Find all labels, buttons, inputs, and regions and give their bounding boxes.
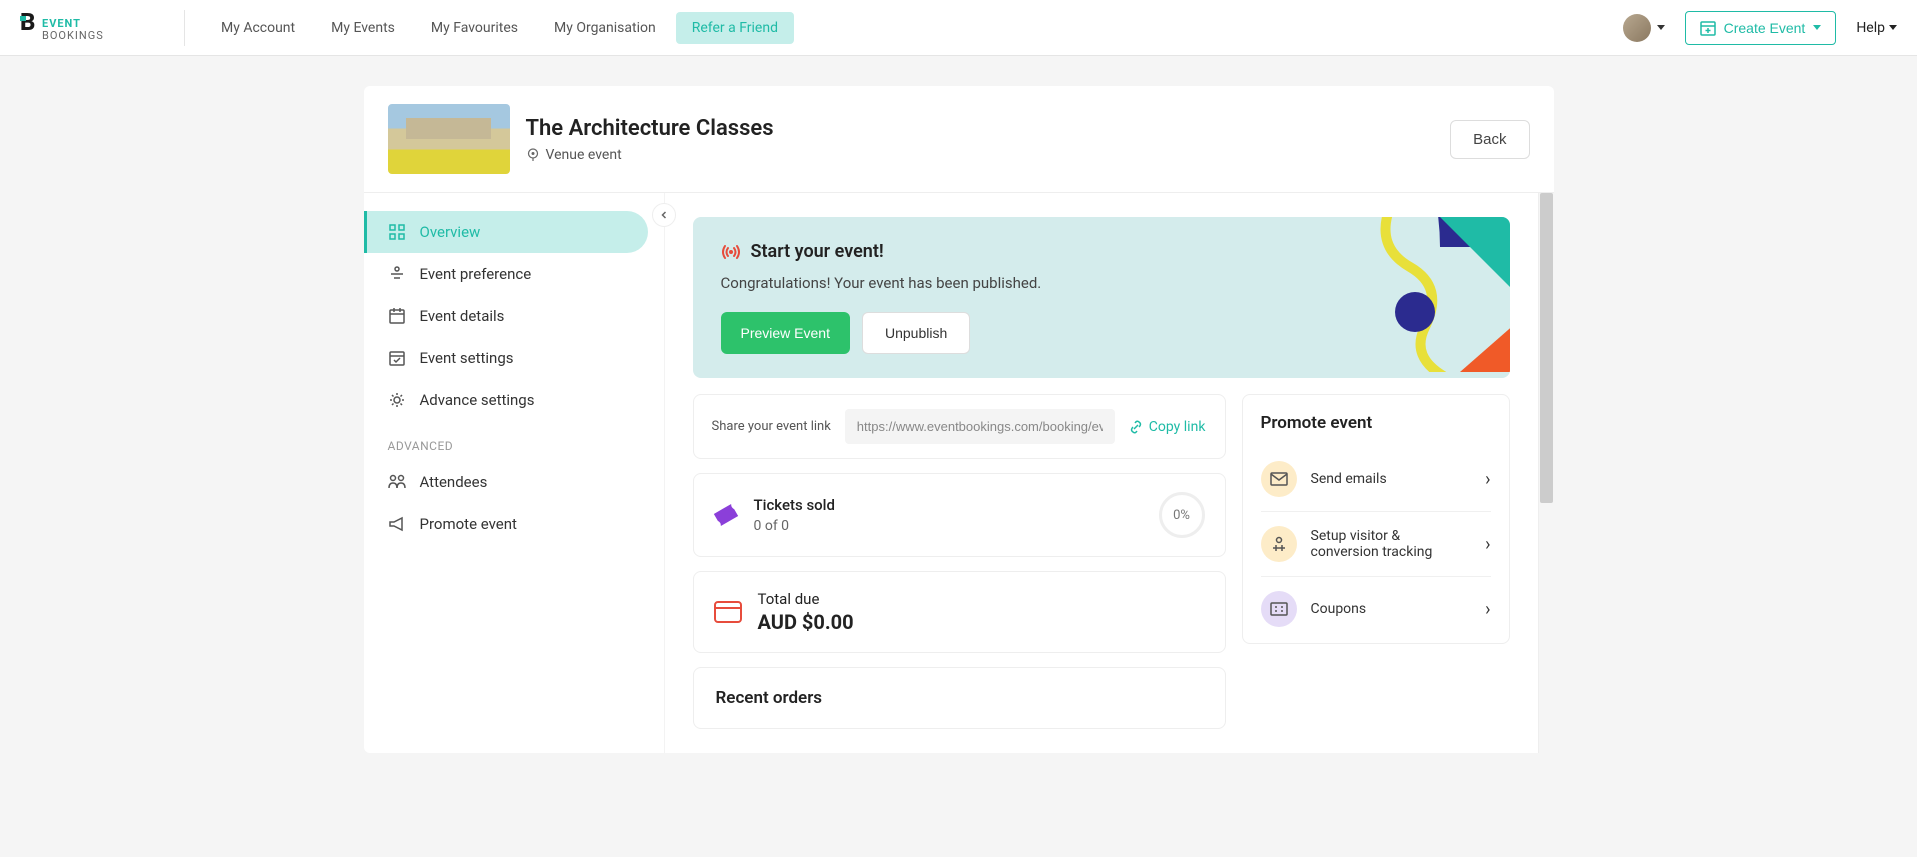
top-header: B EVENT BOOKINGS My Account My Events My… [0,0,1917,56]
chevron-right-icon: › [1485,534,1490,555]
tracking-icon [1261,526,1297,562]
event-header: The Architecture Classes Venue event Bac… [364,86,1554,193]
tickets-count: 0 of 0 [754,518,835,534]
copy-link-label: Copy link [1149,419,1206,435]
main-nav: My Account My Events My Favourites My Or… [205,12,1623,44]
total-due-card: Total due AUD $0.00 [693,571,1226,653]
sidebar: Overview Event preference Event details … [364,193,664,753]
credit-card-icon [714,601,742,623]
nav-my-organisation[interactable]: My Organisation [538,12,672,44]
promote-event-card: Promote event Send emails › Setup visito… [1242,394,1510,644]
main-content: Start your event! Congratulations! Your … [664,193,1538,753]
chevron-right-icon: › [1485,469,1490,490]
sliders-icon [388,265,406,283]
sidebar-item-label: Event preference [420,265,532,283]
nav-my-events[interactable]: My Events [315,12,411,44]
sidebar-item-label: Attendees [420,473,488,491]
sidebar-item-label: Event details [420,307,505,325]
chevron-left-icon [660,211,668,219]
sidebar-item-label: Promote event [420,515,517,533]
sidebar-item-overview[interactable]: Overview [364,211,648,253]
scrollbar[interactable] [1538,193,1554,753]
preview-event-button[interactable]: Preview Event [721,312,850,354]
location-pin-icon [526,148,540,162]
due-title: Total due [758,590,854,608]
link-icon [1129,420,1143,434]
create-event-label: Create Event [1724,20,1806,36]
chevron-down-icon [1889,25,1897,30]
promo-item-label: Setup visitor & conversion tracking [1311,528,1472,560]
coupon-icon [1261,591,1297,627]
promo-item-label: Send emails [1311,471,1472,487]
share-label: Share your event link [712,419,831,434]
share-link-input[interactable] [845,409,1115,444]
promo-item-label: Coupons [1311,601,1472,617]
calendar-icon [388,307,406,325]
tickets-sold-card: Tickets sold 0 of 0 0% [693,473,1226,557]
sidebar-item-advance[interactable]: Advance settings [364,379,664,421]
avatar-icon [1623,14,1651,42]
event-subtitle: Venue event [546,147,622,163]
help-menu[interactable]: Help [1856,20,1897,36]
promote-title: Promote event [1261,413,1491,433]
scrollbar-thumb[interactable] [1540,193,1553,503]
share-link-card: Share your event link Copy link [693,394,1226,459]
nav-my-account[interactable]: My Account [205,12,311,44]
event-title: The Architecture Classes [526,116,774,141]
sidebar-item-label: Event settings [420,349,514,367]
sidebar-item-label: Overview [420,223,481,241]
sidebar-item-promote[interactable]: Promote event [364,503,664,545]
calendar-check-icon [388,349,406,367]
page-container: The Architecture Classes Venue event Bac… [364,86,1554,753]
orders-title: Recent orders [716,688,1203,708]
user-menu[interactable] [1623,14,1665,42]
recent-orders-card: Recent orders [693,667,1226,729]
copy-link-button[interactable]: Copy link [1129,419,1206,435]
banner-subtitle: Congratulations! Your event has been pub… [721,274,1482,292]
sidebar-section-header: ADVANCED [364,421,664,461]
promo-coupons[interactable]: Coupons › [1261,577,1491,637]
event-thumbnail [388,104,510,174]
promo-tracking[interactable]: Setup visitor & conversion tracking › [1261,512,1491,577]
gear-icon [388,391,406,409]
ticket-icon [711,501,741,529]
calendar-plus-icon [1700,20,1716,36]
tickets-title: Tickets sold [754,496,835,514]
create-event-button[interactable]: Create Event [1685,11,1837,45]
page-body: Overview Event preference Event details … [364,193,1554,753]
start-event-banner: Start your event! Congratulations! Your … [693,217,1510,378]
chevron-down-icon [1657,25,1665,30]
promo-send-emails[interactable]: Send emails › [1261,447,1491,512]
mail-icon [1261,461,1297,497]
broadcast-icon [721,243,741,261]
logo[interactable]: B EVENT BOOKINGS [20,10,185,46]
nav-refer-friend[interactable]: Refer a Friend [676,12,794,44]
nav-my-favourites[interactable]: My Favourites [415,12,534,44]
svg-text:BOOKINGS: BOOKINGS [42,29,104,42]
chevron-down-icon [1813,25,1821,30]
sidebar-item-preference[interactable]: Event preference [364,253,664,295]
header-right: Create Event Help [1623,11,1897,45]
tickets-percent: 0% [1159,492,1205,538]
sidebar-item-label: Advance settings [420,391,535,409]
users-icon [388,473,406,491]
sidebar-item-details[interactable]: Event details [364,295,664,337]
chevron-right-icon: › [1485,599,1490,620]
sidebar-item-settings[interactable]: Event settings [364,337,664,379]
back-button[interactable]: Back [1450,120,1529,159]
grid-icon [388,223,406,241]
sidebar-item-attendees[interactable]: Attendees [364,461,664,503]
event-subtitle-row: Venue event [526,147,774,163]
collapse-sidebar-button[interactable] [652,203,676,227]
unpublish-button[interactable]: Unpublish [862,312,970,354]
banner-title-text: Start your event! [751,241,884,262]
megaphone-icon [388,515,406,533]
due-amount: AUD $0.00 [758,610,854,634]
help-label: Help [1856,20,1885,36]
